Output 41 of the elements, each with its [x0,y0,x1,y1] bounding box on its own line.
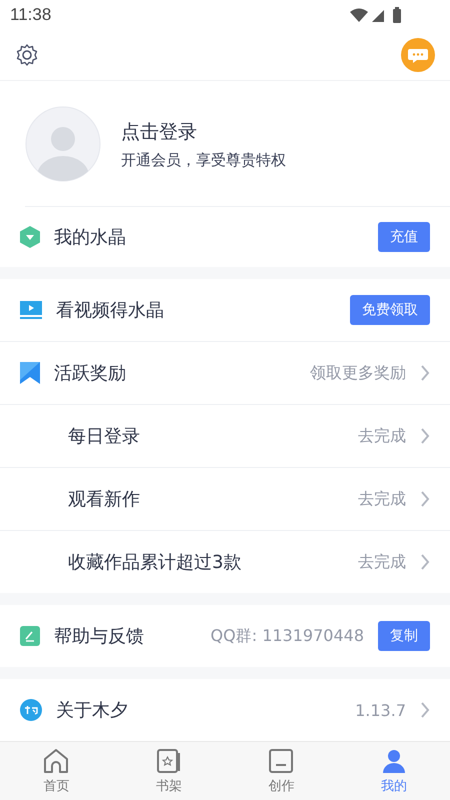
membership-text: 开通会员，享受尊贵特权 [121,150,286,170]
tab-item[interactable]: 书架 [112,742,225,800]
logo-icon [20,699,42,722]
row-label: 每日登录 [68,425,141,448]
tab-item[interactable]: 我的 [338,742,450,800]
chat-icon[interactable] [401,38,435,72]
row-label: 帮助与反馈 [54,625,145,648]
chevron-icon[interactable] [420,428,430,444]
row-value: 去完成 [358,488,406,510]
action-button[interactable]: 充值 [378,222,430,252]
home-icon [43,748,70,774]
row-value: 去完成 [358,552,406,573]
chevron-icon[interactable] [420,365,430,382]
row-value: 去完成 [358,426,406,447]
row-label: 活跃奖励 [54,362,127,386]
chevron-icon[interactable] [420,491,430,508]
login-link[interactable]: 点击登录 [121,118,286,145]
tab-item[interactable]: 首页 [0,742,112,800]
book-icon [156,748,182,774]
row-label: 我的水晶 [54,226,127,250]
tab-item[interactable]: 创作 [225,742,338,800]
document-icon [268,748,294,774]
row-label: 看视频得水晶 [56,299,165,322]
gem-icon [20,226,40,248]
chevron-icon[interactable] [420,554,430,570]
settings-icon[interactable] [15,43,39,68]
bookmark-icon [20,362,40,384]
action-button[interactable]: 免费领取 [350,295,430,326]
row-label: 观看新作 [68,488,141,512]
person-icon [380,748,407,774]
action-button[interactable]: 复制 [378,621,430,652]
avatar-icon[interactable] [25,106,101,182]
row-value: 1.13.7 [355,700,406,720]
chevron-icon[interactable] [420,702,430,718]
edit-icon [20,626,40,646]
status-time: 11:38 [10,4,52,25]
video-icon [20,300,42,320]
row-value: QQ群: 1131970448 [210,626,364,647]
row-value: 领取更多奖励 [310,362,406,384]
row-label: 关于木夕 [56,699,129,722]
row-label: 收藏作品累计超过3款 [68,551,242,574]
